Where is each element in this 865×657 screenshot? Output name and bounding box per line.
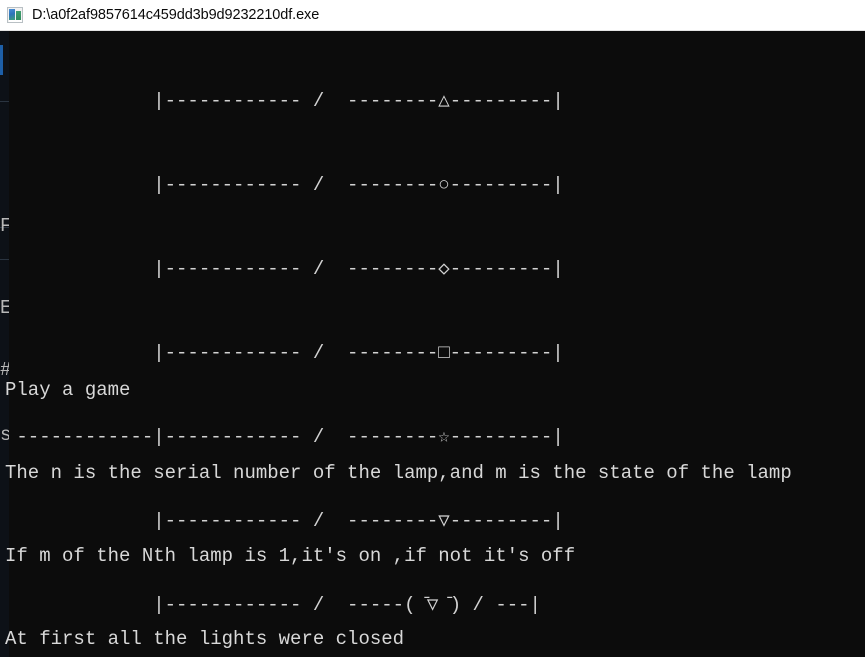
body-line: At first all the lights were closed [5,628,405,650]
body-line: If m of the Nth lamp is 1,it's on ,if no… [5,545,576,567]
banner-line: |------------ / --------◇---------| [5,258,564,280]
body-line: The n is the serial number of the lamp,a… [5,462,792,484]
banner-line: |------------ / --------△---------| [5,90,564,112]
console-window: D:\a0f2af9857614c459dd3b9d9232210df.exe … [0,0,865,657]
banner-line: |------------ / --------○---------| [5,174,564,196]
console-app-icon [7,7,23,23]
window-titlebar[interactable]: D:\a0f2af9857614c459dd3b9d9232210df.exe [0,0,865,31]
body-line: Play a game [5,379,131,401]
console-output-area[interactable]: F E # s |------------ / --------△-------… [0,31,865,657]
window-title: D:\a0f2af9857614c459dd3b9d9232210df.exe [32,7,320,23]
console-text-surface: |------------ / --------△---------| |---… [5,31,865,657]
console-body-text: Play a game The n is the serial number o… [5,320,865,657]
